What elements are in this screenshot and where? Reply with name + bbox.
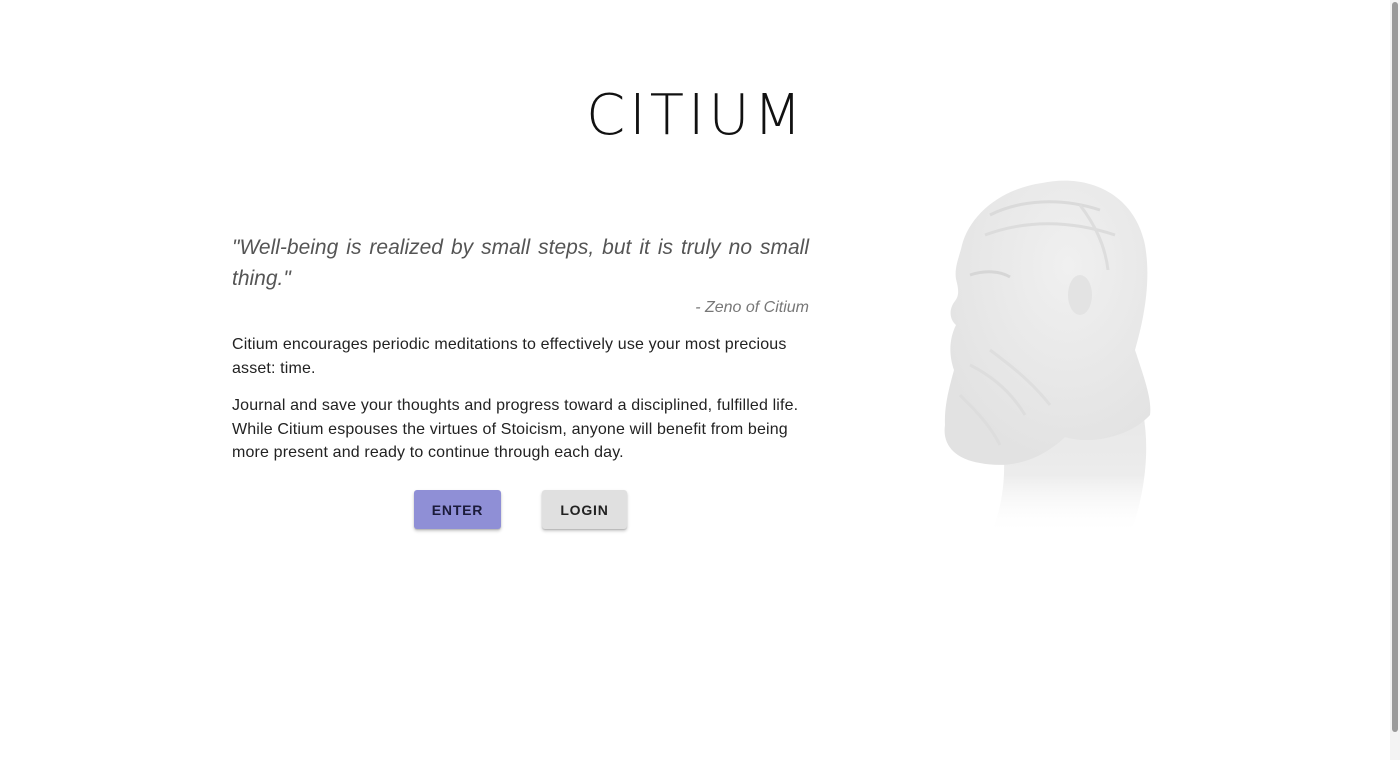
login-button[interactable]: LOGIN [542, 490, 627, 529]
description-paragraph: Journal and save your thoughts and progr… [232, 397, 799, 461]
enter-button[interactable]: ENTER [414, 490, 501, 529]
app-logo-title: CITIUM [586, 83, 806, 148]
intro-paragraph: Citium encourages periodic meditations t… [232, 336, 787, 377]
hero-quote: "Well-being is realized by small steps, … [232, 236, 809, 290]
scrollbar[interactable] [1390, 0, 1400, 760]
action-buttons: ENTER LOGIN [414, 490, 627, 529]
quote-attribution: - Zeno of Citium [695, 299, 809, 316]
landing-page: CITIUM "Well-being is realized by small … [0, 0, 1400, 760]
scrollbar-thumb[interactable] [1392, 2, 1398, 732]
hero-content: "Well-being is realized by small steps, … [232, 232, 809, 465]
zeno-bust-icon [944, 180, 1151, 535]
